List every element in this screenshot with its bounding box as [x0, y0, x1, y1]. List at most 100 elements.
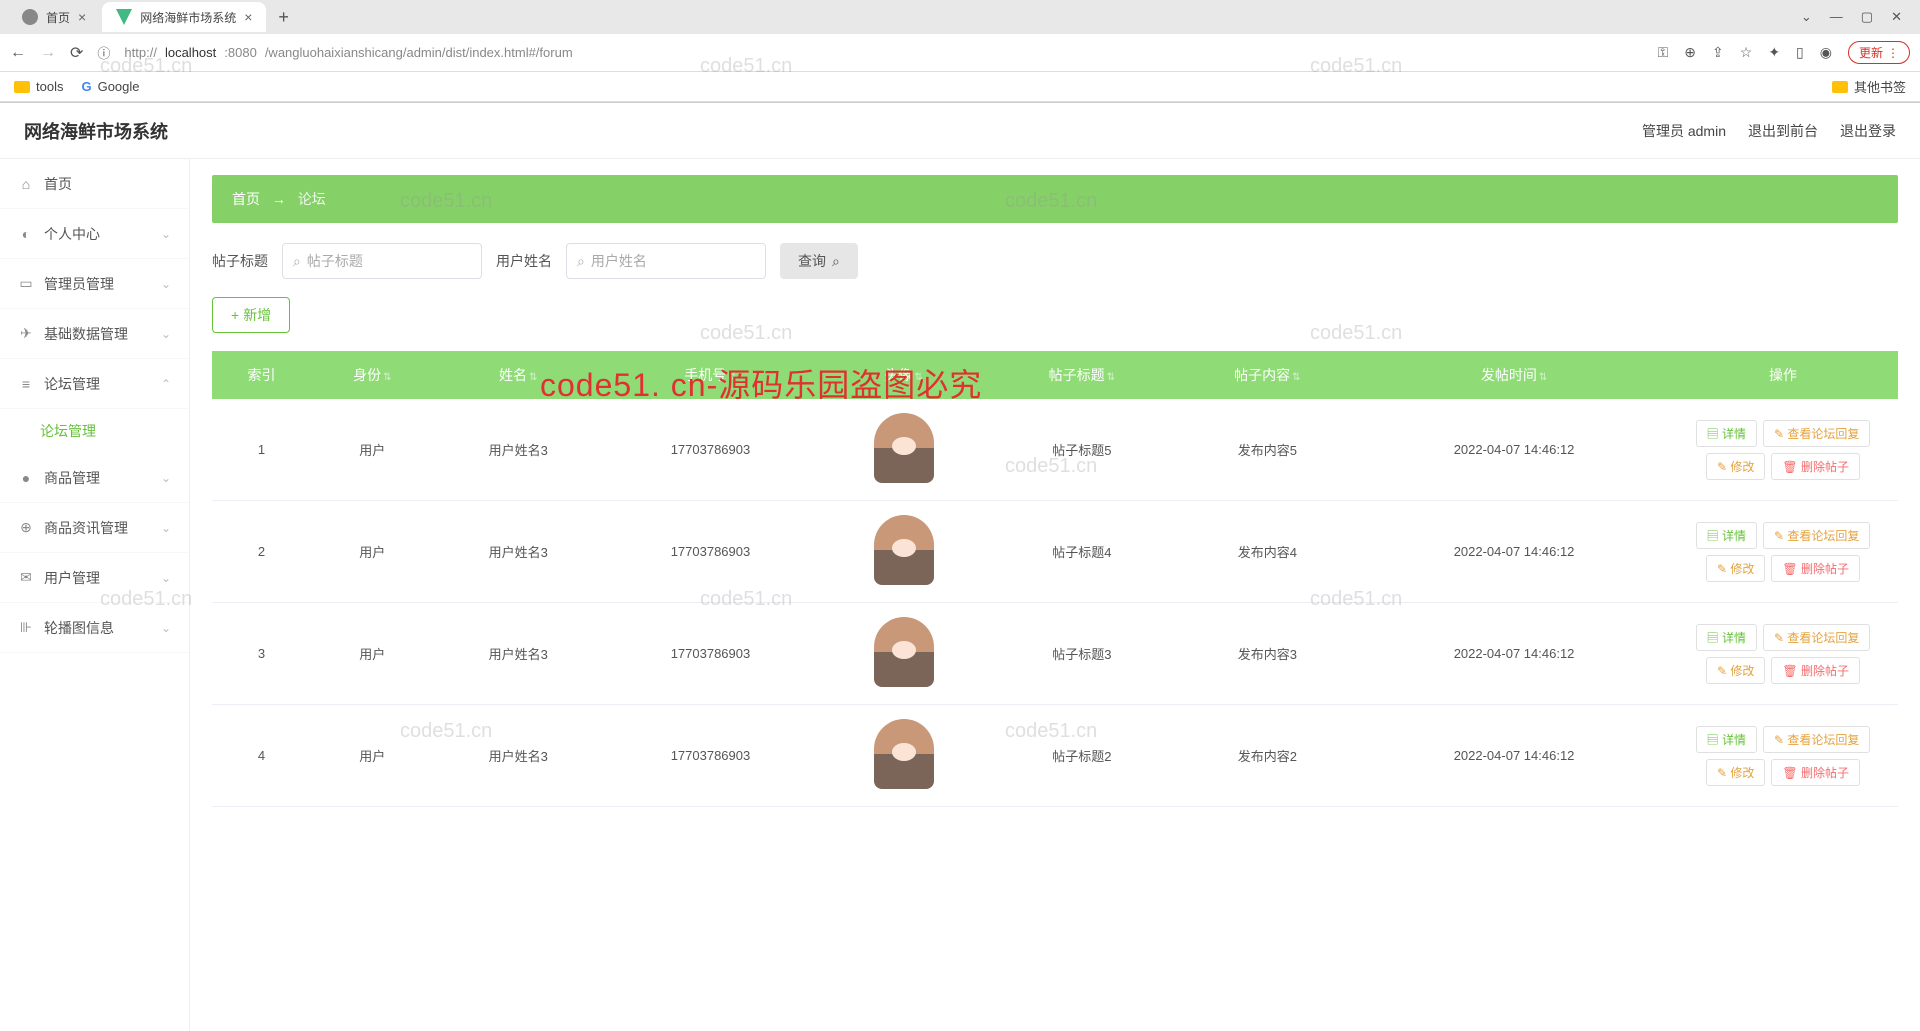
view-reply-button[interactable]: ✎ 查看论坛回复: [1763, 624, 1870, 651]
url-bar[interactable]: http://localhost:8080/wangluohaixianshic…: [124, 45, 1643, 60]
search-user-input[interactable]: ⌕ 用户姓名: [566, 243, 766, 279]
app-body: ⌂ 首页 ◐ 个人中心 ⌄ ▭ 管理员管理 ⌄ ✈ 基础数据管理 ⌄ ≡ 论坛管…: [0, 159, 1920, 1031]
edit-button[interactable]: ✎ 修改: [1706, 555, 1765, 582]
edit-button[interactable]: ✎ 修改: [1706, 759, 1765, 786]
delete-button[interactable]: 🗑 删除帖子: [1771, 555, 1860, 582]
minimize-icon[interactable]: —: [1830, 9, 1843, 25]
th-index[interactable]: 索引: [212, 351, 311, 399]
chevron-down-icon[interactable]: ⌄: [1801, 9, 1812, 25]
close-icon[interactable]: ×: [244, 9, 252, 25]
detail-button[interactable]: ▤ 详情: [1696, 420, 1757, 447]
breadcrumb-current: 论坛: [298, 191, 326, 207]
admin-label[interactable]: 管理员 admin: [1642, 121, 1726, 141]
sidebar-item-personal[interactable]: ◐ 个人中心 ⌄: [0, 209, 189, 259]
browser-tab-home[interactable]: 首页 ×: [8, 2, 100, 32]
url-host: localhost: [165, 45, 216, 60]
th-name[interactable]: 姓名⇅: [434, 351, 603, 399]
url-path: /wangluohaixianshicang/admin/dist/index.…: [265, 45, 573, 60]
th-avatar[interactable]: 头像⇅: [818, 351, 989, 399]
sidebar-subitem-forum[interactable]: 论坛管理: [0, 409, 189, 453]
search-row: 帖子标题 ⌕ 帖子标题 用户姓名 ⌕ 用户姓名 查询⌕: [212, 243, 1898, 279]
plus-icon: +: [231, 307, 239, 323]
close-icon[interactable]: ×: [78, 9, 86, 25]
exit-front-link[interactable]: 退出到前台: [1748, 121, 1818, 141]
side-panel-icon[interactable]: ▯: [1796, 44, 1804, 61]
cell-index: 3: [212, 603, 311, 705]
cell-title: 帖子标题5: [989, 399, 1175, 501]
maximize-icon[interactable]: ▢: [1861, 9, 1873, 25]
back-icon[interactable]: ←: [10, 44, 26, 62]
menu-label: 个人中心: [44, 224, 100, 244]
bookmark-other[interactable]: 其他书签: [1832, 77, 1906, 96]
sidebar-item-carousel[interactable]: ⊪ 轮播图信息 ⌄: [0, 603, 189, 653]
extensions-icon[interactable]: ✦: [1768, 44, 1780, 61]
search-title-input[interactable]: ⌕ 帖子标题: [282, 243, 482, 279]
window-controls: ⌄ — ▢ ✕: [1801, 9, 1912, 25]
star-icon[interactable]: ☆: [1740, 44, 1753, 61]
th-time[interactable]: 发帖时间⇅: [1360, 351, 1668, 399]
search-icon: ⌕: [293, 253, 301, 270]
sidebar-item-goods[interactable]: ● 商品管理 ⌄: [0, 453, 189, 503]
detail-button[interactable]: ▤ 详情: [1696, 726, 1757, 753]
share-icon[interactable]: ⇪: [1712, 44, 1724, 61]
breadcrumb-home[interactable]: 首页: [232, 191, 260, 207]
user-icon: ◐: [18, 226, 34, 242]
query-button[interactable]: 查询⌕: [780, 243, 858, 279]
view-reply-button[interactable]: ✎ 查看论坛回复: [1763, 522, 1870, 549]
cell-name: 用户姓名3: [434, 399, 603, 501]
chevron-down-icon: ⌄: [161, 327, 171, 341]
menu-label: 首页: [44, 174, 72, 194]
view-reply-button[interactable]: ✎ 查看论坛回复: [1763, 726, 1870, 753]
sidebar-item-users[interactable]: ✉ 用户管理 ⌄: [0, 553, 189, 603]
th-role[interactable]: 身份⇅: [311, 351, 433, 399]
folder-icon: [14, 81, 30, 93]
cell-time: 2022-04-07 14:46:12: [1360, 501, 1668, 603]
sidebar-item-forum[interactable]: ≡ 论坛管理 ⌃: [0, 359, 189, 409]
view-reply-button[interactable]: ✎ 查看论坛回复: [1763, 420, 1870, 447]
edit-button[interactable]: ✎ 修改: [1706, 657, 1765, 684]
th-ops: 操作: [1668, 351, 1898, 399]
delete-button[interactable]: 🗑 删除帖子: [1771, 759, 1860, 786]
new-tab-button[interactable]: +: [268, 7, 299, 28]
th-phone[interactable]: 手机号⇅: [603, 351, 818, 399]
profile-icon[interactable]: ◉: [1820, 44, 1832, 61]
cell-index: 1: [212, 399, 311, 501]
cell-content: 发布内容5: [1175, 399, 1361, 501]
browser-tab-app[interactable]: 网络海鲜市场系统 ×: [102, 2, 266, 32]
forward-icon[interactable]: →: [40, 44, 56, 62]
cell-name: 用户姓名3: [434, 603, 603, 705]
sidebar-item-basedata[interactable]: ✈ 基础数据管理 ⌄: [0, 309, 189, 359]
home-icon: ⌂: [18, 176, 34, 192]
edit-button[interactable]: ✎ 修改: [1706, 453, 1765, 480]
folder-icon: [1832, 81, 1848, 93]
detail-button[interactable]: ▤ 详情: [1696, 624, 1757, 651]
placeholder: 用户姓名: [591, 251, 647, 271]
chevron-down-icon: ⌄: [161, 471, 171, 485]
add-button[interactable]: + 新增: [212, 297, 290, 333]
key-icon[interactable]: ⚿: [1658, 44, 1669, 61]
logout-link[interactable]: 退出登录: [1840, 121, 1896, 141]
info-icon[interactable]: ⓘ: [97, 43, 110, 62]
menu-label: 商品管理: [44, 468, 100, 488]
sidebar: ⌂ 首页 ◐ 个人中心 ⌄ ▭ 管理员管理 ⌄ ✈ 基础数据管理 ⌄ ≡ 论坛管…: [0, 159, 190, 1031]
menu-label: 基础数据管理: [44, 324, 128, 344]
zoom-icon[interactable]: ⊕: [1684, 44, 1696, 61]
update-button[interactable]: 更新⋮: [1848, 41, 1910, 64]
th-content[interactable]: 帖子内容⇅: [1175, 351, 1361, 399]
sidebar-item-admin[interactable]: ▭ 管理员管理 ⌄: [0, 259, 189, 309]
bookmark-google[interactable]: GGoogle: [81, 79, 139, 94]
sidebar-item-home[interactable]: ⌂ 首页: [0, 159, 189, 209]
table-row: 2 用户 用户姓名3 17703786903 帖子标题4 发布内容4 2022-…: [212, 501, 1898, 603]
sidebar-item-news[interactable]: ⊕ 商品资讯管理 ⌄: [0, 503, 189, 553]
detail-button[interactable]: ▤ 详情: [1696, 522, 1757, 549]
cell-role: 用户: [311, 501, 433, 603]
delete-button[interactable]: 🗑 删除帖子: [1771, 657, 1860, 684]
delete-button[interactable]: 🗑 删除帖子: [1771, 453, 1860, 480]
th-title[interactable]: 帖子标题⇅: [989, 351, 1175, 399]
address-row: ← → ⟳ ⓘ http://localhost:8080/wangluohai…: [0, 34, 1920, 72]
bookmark-tools[interactable]: tools: [14, 79, 63, 94]
avatar-image: [874, 617, 934, 687]
close-window-icon[interactable]: ✕: [1891, 9, 1902, 25]
chart-icon: ⊪: [18, 619, 34, 636]
reload-icon[interactable]: ⟳: [70, 43, 83, 63]
